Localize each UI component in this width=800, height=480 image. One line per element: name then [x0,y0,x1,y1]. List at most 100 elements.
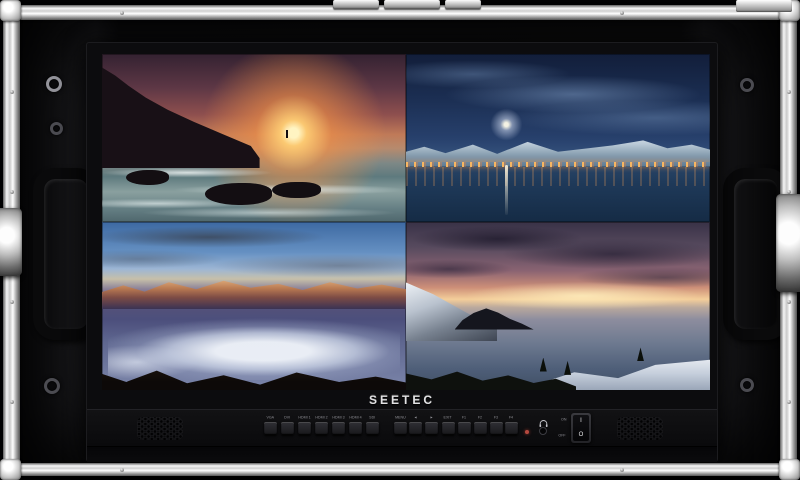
button-label: ◄ [413,416,417,420]
rivet [10,90,14,94]
rivet [10,400,14,404]
button-label: HDMI 3 [332,416,344,420]
rivet [120,11,124,15]
photo-coastal-sunset [102,54,406,222]
left-arrow-button[interactable] [409,422,422,435]
f2-button[interactable] [474,422,487,435]
mountain-range [102,271,406,310]
sea-rock [272,182,321,199]
off-label: OFF [558,434,565,438]
corner-cap [779,459,800,480]
island-silhouette [455,306,534,330]
f1-button[interactable] [458,422,471,435]
lid-catch-plate [384,0,440,9]
button-label: MENU [395,416,406,420]
corner-bracket [736,0,792,12]
mounting-grommet [740,78,754,92]
pine-tree [564,361,571,375]
button-label: ► [429,416,433,420]
sdi-button-unit: SDI [363,414,381,435]
button-label: F1 [462,416,466,420]
f3-button[interactable] [490,422,503,435]
flight-case-monitor-photo: SEETEC VGA DVI HDMI 1 HDMI 2 [0,0,800,480]
right-arrow-button[interactable] [425,422,438,435]
hdmi4-button[interactable] [349,422,362,435]
vga-button-unit: VGA [261,414,279,435]
sea-rock [205,183,272,205]
hdmi3-button-unit: HDMI 3 [329,414,347,435]
rivet [787,90,791,94]
power-switch-labels: ON OFF [553,416,567,438]
f4-button-unit: F4 [502,414,520,435]
button-label: DVI [284,416,290,420]
quad-split-screen [102,54,710,390]
pine-tree [637,347,644,361]
monitor-lower-shelf [87,446,717,462]
rivet [10,190,14,194]
rivet [787,300,791,304]
dark-ridge [406,366,576,390]
hdmi2-button-unit: HDMI 2 [312,414,330,435]
rivet [120,468,124,472]
sea-rock [126,170,169,185]
rivet [620,468,624,472]
rivet [10,300,14,304]
mounting-grommet [44,378,60,394]
mounting-grommet [46,76,62,92]
button-label: SDI [369,416,375,420]
dvi-button-unit: DVI [278,414,296,435]
corner-cap [0,459,21,480]
sdi-button[interactable] [366,422,379,435]
rocker-on-mark: I [580,417,582,425]
hdmi2-button[interactable] [315,422,328,435]
power-led [525,430,529,434]
button-label: VGA [266,416,274,420]
bottom-bezel: SEETEC [87,391,717,409]
right-twist-latch [776,194,800,292]
hdmi1-button-unit: HDMI 1 [295,414,313,435]
mounting-grommet [740,378,754,392]
vga-button[interactable] [264,422,277,435]
button-label: F4 [509,416,513,420]
button-label: F2 [478,416,482,420]
hdmi3-button[interactable] [332,422,345,435]
left-twist-latch [0,208,22,276]
lighthouse [286,130,288,138]
f4-button[interactable] [505,422,518,435]
light-reflections [406,167,710,185]
lid-catch-plate [445,0,481,9]
button-label: HDMI 1 [298,416,310,420]
right-arrow-button-unit: ► [422,414,440,435]
speaker-grille-left [137,417,183,440]
rivet [787,400,791,404]
hdmi1-button[interactable] [298,422,311,435]
photo-fjord-dusk [406,54,710,222]
button-label: EXIT [444,416,452,420]
salt-flat [108,316,400,380]
headphone-jack [539,427,547,435]
dvi-button[interactable] [281,422,294,435]
button-label: HDMI 4 [349,416,361,420]
rivet [620,11,624,15]
broadcast-monitor: SEETEC VGA DVI HDMI 1 HDMI 2 [86,42,718,462]
shoreline-lights [406,162,710,166]
control-panel: VGA DVI HDMI 1 HDMI 2 HDMI 3 HDMI 4 [87,409,717,446]
mounting-grommet [50,122,63,135]
power-rocker[interactable]: I O [573,415,589,441]
rocker-off-mark: O [579,431,584,439]
pine-tree [540,358,547,372]
photo-desert-valley [102,222,406,390]
power-switch[interactable]: I O [571,413,591,443]
snowy-mountains [406,131,710,166]
exit-button[interactable] [442,422,455,435]
speaker-grille-right [617,417,663,440]
moon-reflection [505,165,508,215]
hdmi4-button-unit: HDMI 4 [346,414,364,435]
brand-logo: SEETEC [369,393,435,407]
lid-catch-plate [333,0,379,9]
button-label: F3 [494,416,498,420]
button-label: HDMI 2 [315,416,327,420]
on-label: ON [561,418,566,422]
corner-cap [0,0,21,21]
menu-button[interactable] [394,422,407,435]
